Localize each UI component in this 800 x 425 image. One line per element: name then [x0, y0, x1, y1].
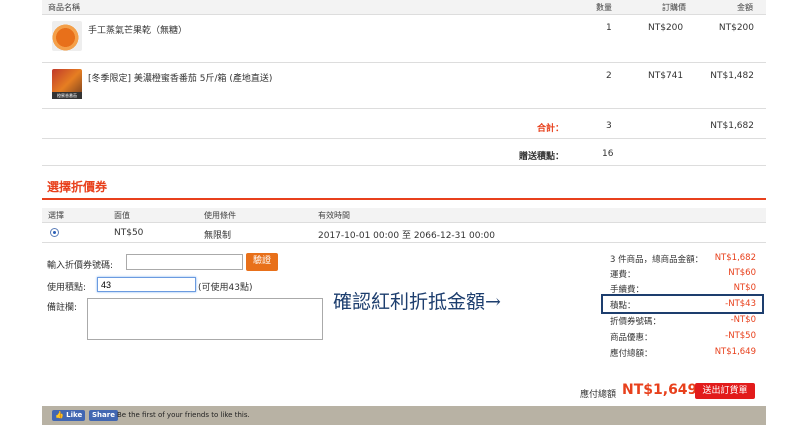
summary-row: 應付總額： NT$1,649 — [610, 347, 756, 359]
row-divider — [42, 62, 766, 63]
subtotal-amount: NT$1,682 — [710, 121, 754, 131]
annotation-text: 確認紅利折抵金額→ — [333, 291, 501, 313]
bonus-label: 贈送積點： — [518, 152, 564, 162]
row-divider — [42, 138, 766, 139]
items-table-header: 商品名稱 數量 訂購價 金額 — [42, 0, 766, 15]
summary-row: 商品優惠： -NT$50 — [610, 331, 756, 343]
col-select: 選擇 — [48, 211, 64, 220]
item-qty: 2 — [606, 71, 612, 81]
notes-label: 備註欄: — [47, 303, 78, 313]
fb-text: Be the first of your friends to like thi… — [117, 411, 250, 419]
coupon-condition: 無限制 — [204, 231, 232, 241]
points-input[interactable] — [97, 277, 196, 292]
coupon-radio[interactable] — [50, 228, 59, 237]
col-qty: 數量 — [596, 3, 612, 12]
subtotal-qty: 3 — [606, 121, 612, 131]
thumbs-up-icon: 👍 — [55, 411, 64, 419]
coupon-value: NT$50 — [114, 228, 144, 238]
total-label: 應付總額 — [580, 390, 617, 400]
item-qty: 1 — [606, 23, 612, 33]
coupon-table-header: 選擇 面值 使用條件 有效時間 — [42, 208, 766, 223]
product-thumbnail[interactable] — [52, 21, 82, 51]
item-price: NT$200 — [648, 23, 684, 33]
col-amount: 金額 — [737, 3, 753, 12]
points-highlight-box — [601, 294, 764, 314]
coupon-code-label: 輸入折價券號碼: — [47, 261, 114, 271]
row-divider — [42, 165, 766, 166]
row-divider — [42, 108, 766, 109]
summary-row: 運費： NT$60 — [610, 268, 756, 280]
subtotal-label: 合計： — [536, 124, 564, 134]
bonus-value: 16 — [602, 149, 614, 159]
item-amount: NT$1,482 — [710, 71, 754, 81]
row-divider — [42, 242, 766, 243]
summary-row: 折價券號碼： -NT$0 — [610, 315, 756, 327]
col-condition: 使用條件 — [204, 211, 236, 220]
fb-like-button[interactable]: 👍 Like — [52, 410, 86, 421]
points-hint: (可使用43點) — [198, 283, 253, 293]
product-name[interactable]: [冬季限定] 美濃橙蜜香番茄 5斤/箱 (產地直送) — [88, 71, 272, 84]
col-value: 面值 — [114, 211, 130, 220]
item-price: NT$741 — [648, 71, 684, 81]
item-amount: NT$200 — [718, 23, 754, 33]
product-thumbnail[interactable]: 橙蜜香番茄 — [52, 69, 82, 99]
coupon-section-title: 選擇折價券 — [47, 180, 108, 194]
fb-share-button[interactable]: Share — [89, 410, 118, 421]
verify-button[interactable]: 驗證 — [246, 253, 278, 271]
col-name: 商品名稱 — [48, 3, 80, 12]
section-divider — [42, 198, 766, 200]
coupon-code-input[interactable] — [126, 254, 243, 270]
notes-textarea[interactable] — [87, 298, 323, 340]
coupon-period: 2017-10-01 00:00 至 2066-12-31 00:00 — [318, 231, 495, 241]
col-price: 訂購價 — [662, 3, 686, 12]
summary-row: 3 件商品，總商品金額： NT$1,682 — [610, 253, 756, 265]
total-value: NT$1,649 — [622, 382, 698, 398]
submit-order-button[interactable]: 送出訂貨單 — [695, 383, 755, 399]
points-label: 使用積點: — [47, 283, 87, 293]
col-period: 有效時間 — [318, 211, 350, 220]
product-name[interactable]: 手工蒸氣芒果乾（無糖） — [88, 23, 187, 36]
